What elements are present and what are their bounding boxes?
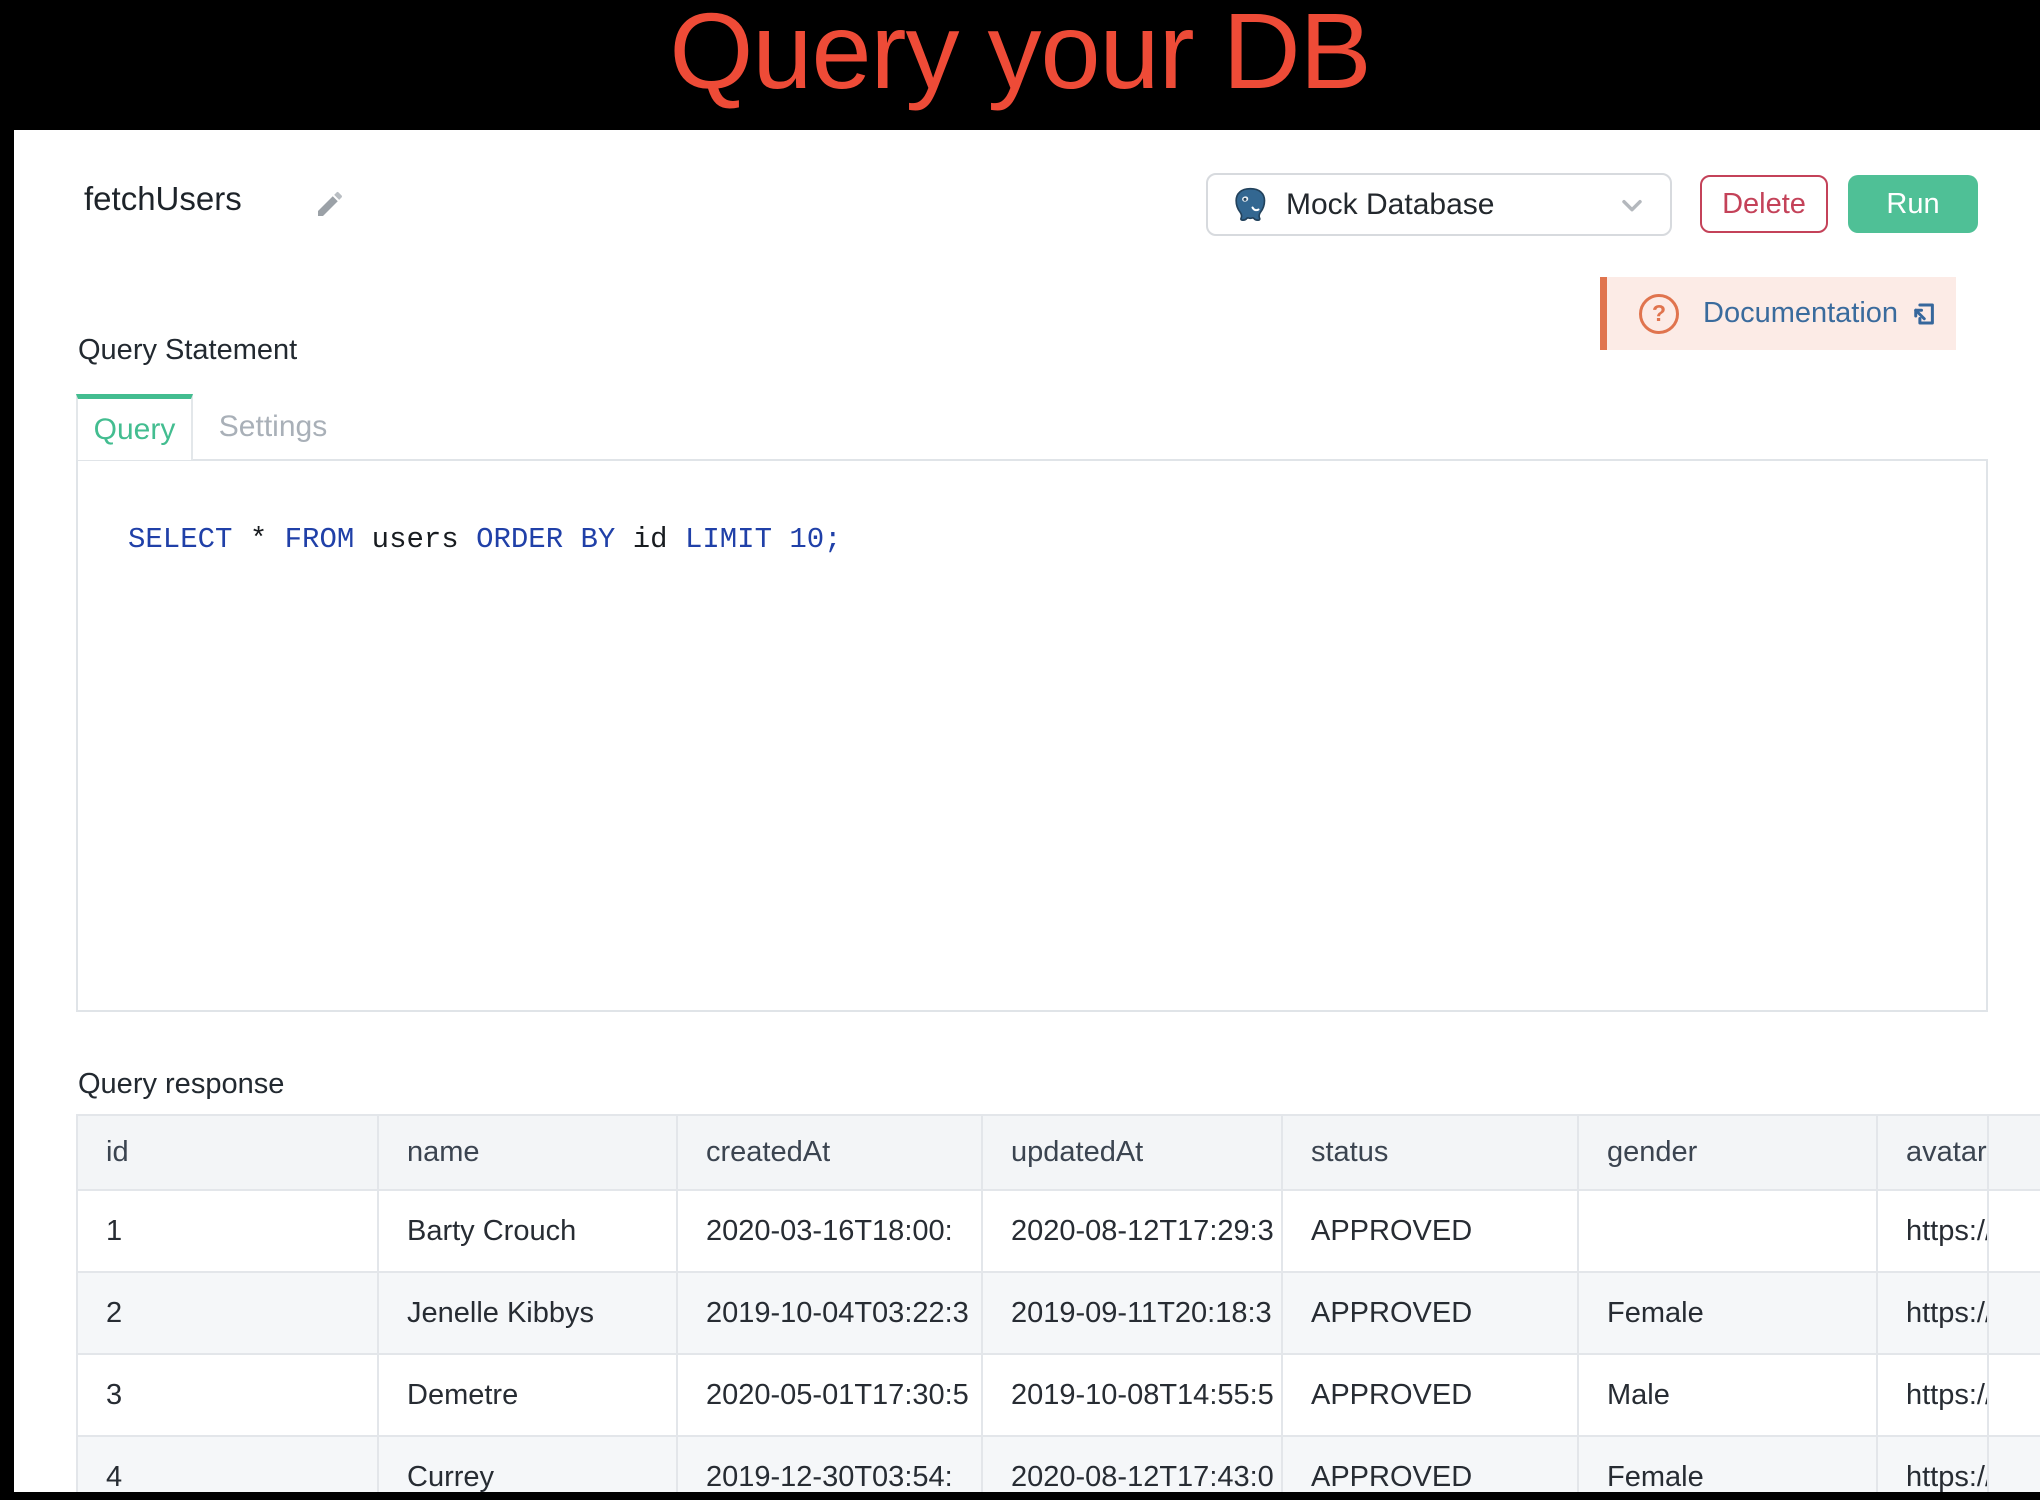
table-cell: https://	[1877, 1190, 1988, 1272]
sql-token: *	[232, 523, 284, 556]
column-header: status	[1282, 1115, 1578, 1190]
table-cell: 1	[77, 1190, 378, 1272]
column-header: name	[378, 1115, 677, 1190]
table-cell: Female	[1578, 1436, 1877, 1492]
sql-editor[interactable]: SELECT * FROM users ORDER BY id LIMIT 10…	[76, 459, 1988, 1012]
table-cell: APPROVED	[1282, 1190, 1578, 1272]
sql-token: id	[615, 523, 685, 556]
header-row: idnamecreatedAtupdatedAtstatusgenderavat…	[77, 1115, 2040, 1190]
table-cell: Jenelle Kibbys	[378, 1272, 677, 1354]
table-cell: APPROVED	[1282, 1354, 1578, 1436]
table-cell: 2	[77, 1272, 378, 1354]
sql-token	[563, 523, 580, 556]
table-cell: Demetre	[378, 1354, 677, 1436]
sql-token: FROM	[285, 523, 355, 556]
chevron-down-icon	[1616, 189, 1648, 221]
table-cell: Barty Crouch	[378, 1190, 677, 1272]
table-row: 2Jenelle Kibbys2019-10-04T03:22:32019-09…	[77, 1272, 2040, 1354]
table-cell: https://	[1877, 1272, 1988, 1354]
table-row: 1Barty Crouch2020-03-16T18:00:2020-08-12…	[77, 1190, 2040, 1272]
column-header: gender	[1578, 1115, 1877, 1190]
table-cell: 2019-12-30T03:54:	[677, 1436, 982, 1492]
table-cell: 2019-09-11T20:18:3	[982, 1272, 1282, 1354]
postgresql-icon	[1230, 185, 1270, 225]
documentation-callout[interactable]: ? Documentation	[1600, 277, 1956, 350]
sql-token: ORDER	[476, 523, 563, 556]
resource-selector[interactable]: Mock Database	[1206, 173, 1672, 236]
table-row: 3Demetre2020-05-01T17:30:52019-10-08T14:…	[77, 1354, 2040, 1436]
run-button[interactable]: Run	[1848, 175, 1978, 233]
sql-code-line: SELECT * FROM users ORDER BY id LIMIT 10…	[128, 523, 842, 556]
table-cell: 3	[77, 1354, 378, 1436]
sql-token	[772, 523, 789, 556]
table-cell: 2020-05-01T17:30:5	[677, 1354, 982, 1436]
query-statement-label: Query Statement	[78, 334, 297, 367]
table-cell: APPROVED	[1282, 1272, 1578, 1354]
table-head: idnamecreatedAtupdatedAtstatusgenderavat…	[77, 1115, 2040, 1190]
table-cell	[1988, 1436, 2040, 1492]
column-header: updatedAt	[982, 1115, 1282, 1190]
sql-token: LIMIT	[685, 523, 772, 556]
table-cell: Male	[1578, 1354, 1877, 1436]
documentation-link[interactable]: Documentation	[1703, 297, 1898, 330]
app-screenshot: Query your DB fetchUsers Mock Database D…	[0, 0, 2040, 1500]
table-cell	[1988, 1272, 2040, 1354]
query-name-title: fetchUsers	[84, 180, 242, 218]
query-response-table-container: idnamecreatedAtupdatedAtstatusgenderavat…	[76, 1114, 2040, 1492]
top-banner: Query your DB	[0, 0, 2040, 130]
edit-pencil-icon[interactable]	[314, 188, 346, 220]
column-header: avatar	[1877, 1115, 1988, 1190]
sql-token: BY	[581, 523, 616, 556]
table-cell: 2020-03-16T18:00:	[677, 1190, 982, 1272]
table-cell: APPROVED	[1282, 1436, 1578, 1492]
table-cell: https://	[1877, 1354, 1988, 1436]
sql-token: SELECT	[128, 523, 232, 556]
column-header: createdAt	[677, 1115, 982, 1190]
tab-settings[interactable]: Settings	[193, 394, 353, 460]
column-header	[1988, 1115, 2040, 1190]
external-link-icon	[1908, 299, 1938, 329]
table-row: 4Currey2019-12-30T03:54:2020-08-12T17:43…	[77, 1436, 2040, 1492]
table-cell: 2020-08-12T17:43:0	[982, 1436, 1282, 1492]
tab-query[interactable]: Query	[76, 394, 193, 460]
table-cell: 2019-10-08T14:55:5	[982, 1354, 1282, 1436]
table-cell	[1988, 1190, 2040, 1272]
table-cell	[1578, 1190, 1877, 1272]
query-response-table: idnamecreatedAtupdatedAtstatusgenderavat…	[76, 1114, 2040, 1492]
table-cell: https://	[1877, 1436, 1988, 1492]
table-cell: Female	[1578, 1272, 1877, 1354]
column-header: id	[77, 1115, 378, 1190]
table-cell: 2020-08-12T17:29:3	[982, 1190, 1282, 1272]
sql-token: users	[354, 523, 476, 556]
table-cell	[1988, 1354, 2040, 1436]
question-circle-icon: ?	[1639, 294, 1679, 334]
table-cell: Currey	[378, 1436, 677, 1492]
delete-button[interactable]: Delete	[1700, 175, 1828, 233]
sql-token: 10;	[789, 523, 841, 556]
page-title: Query your DB	[0, 0, 2040, 113]
resource-selector-value: Mock Database	[1286, 188, 1616, 222]
table-body: 1Barty Crouch2020-03-16T18:00:2020-08-12…	[77, 1190, 2040, 1492]
table-cell: 4	[77, 1436, 378, 1492]
query-response-label: Query response	[78, 1068, 284, 1101]
query-editor-panel: fetchUsers Mock Database Delete Run ?	[14, 130, 2040, 1492]
table-cell: 2019-10-04T03:22:3	[677, 1272, 982, 1354]
